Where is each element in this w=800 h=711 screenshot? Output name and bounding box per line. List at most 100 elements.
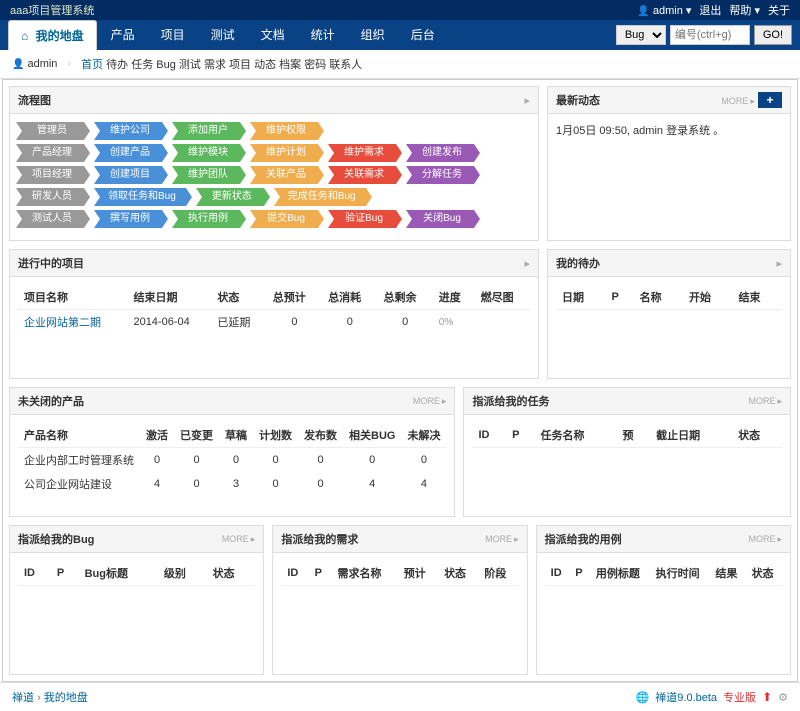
- col-header: ID: [281, 561, 308, 586]
- col-header: 激活: [140, 423, 174, 448]
- subnav-item-1[interactable]: 待办: [106, 59, 128, 71]
- product-name[interactable]: 公司企业网站建设: [18, 472, 140, 496]
- products-table: 产品名称激活已变更草稿计划数发布数相关BUG未解决企业内部工时管理系统00000…: [18, 423, 446, 496]
- more-link[interactable]: MORE: [721, 96, 755, 106]
- table-row: 企业内部工时管理系统0000000: [18, 448, 446, 473]
- subnav-item-8[interactable]: 档案: [279, 59, 301, 71]
- breadcrumb-user: admin: [12, 58, 57, 70]
- search-go-button[interactable]: GO!: [754, 25, 792, 45]
- col-header: ID: [545, 561, 570, 586]
- footer-back-link[interactable]: 我的地盘: [44, 692, 88, 704]
- subnav-item-6[interactable]: 项目: [229, 59, 251, 71]
- subnav-item-10[interactable]: 联系人: [329, 59, 362, 71]
- flow-step[interactable]: 维护需求: [328, 144, 396, 162]
- logout-link[interactable]: 退出: [699, 2, 721, 18]
- subnav-item-3[interactable]: Bug: [156, 59, 176, 71]
- col-header: 进度: [433, 285, 475, 310]
- nav-tab-7[interactable]: 后台: [399, 20, 447, 50]
- more-link[interactable]: MORE: [222, 534, 256, 545]
- flow-step[interactable]: 验证Bug: [328, 210, 396, 228]
- nav-tab-5[interactable]: 统计: [299, 20, 347, 50]
- panel-title: 未关闭的产品: [18, 393, 84, 409]
- flow-step[interactable]: 维护计划: [250, 144, 318, 162]
- collapse-icon[interactable]: ▸: [524, 257, 530, 270]
- col-header: 燃尽图: [475, 285, 530, 310]
- flow-step[interactable]: 撰写用例: [94, 210, 162, 228]
- flow-role: 管理员: [16, 122, 84, 140]
- more-link[interactable]: MORE: [413, 396, 447, 407]
- more-link[interactable]: MORE: [748, 534, 782, 545]
- nav-tab-4[interactable]: 文档: [249, 20, 297, 50]
- panel-title: 指派给我的用例: [545, 531, 622, 547]
- col-header: 总预计: [267, 285, 322, 310]
- col-header: 状态: [207, 561, 256, 586]
- flow-step[interactable]: 提交Bug: [250, 210, 318, 228]
- subnav-item-9[interactable]: 密码: [304, 59, 326, 71]
- collapse-icon[interactable]: ▸: [776, 257, 782, 270]
- subnav-item-2[interactable]: 任务: [131, 59, 153, 71]
- col-header: 草稿: [219, 423, 253, 448]
- globe-icon: 🌐: [636, 691, 650, 704]
- footer-zentao-link[interactable]: 禅道: [12, 692, 34, 704]
- flow-step[interactable]: 创建产品: [94, 144, 162, 162]
- about-link[interactable]: 关于: [768, 2, 790, 18]
- flow-step[interactable]: 关联产品: [250, 166, 318, 184]
- flow-step[interactable]: 分解任务: [406, 166, 474, 184]
- settings-icon[interactable]: ⚙: [778, 691, 788, 704]
- col-header: 结束: [733, 285, 783, 310]
- flow-step[interactable]: 关闭Bug: [406, 210, 474, 228]
- assigned-tasks-panel: 指派给我的任务MORE IDP任务名称预截止日期状态: [463, 387, 791, 517]
- help-link[interactable]: 帮助 ▾: [729, 2, 760, 18]
- flow-chart-panel: 流程图▸ 管理员维护公司添加用户维护权限产品经理创建产品维护模块维护计划维护需求…: [9, 86, 539, 241]
- assigned-stories-panel: 指派给我的需求MORE IDP需求名称预计状态阶段: [272, 525, 527, 675]
- col-header: 产品名称: [18, 423, 140, 448]
- flow-step[interactable]: 更新状态: [196, 188, 264, 206]
- add-button[interactable]: +: [758, 92, 782, 108]
- col-header: P: [506, 423, 534, 448]
- collapse-icon[interactable]: ▸: [524, 94, 530, 107]
- nav-tab-1[interactable]: 产品: [99, 20, 147, 50]
- dynamics-panel: 最新动态 MORE + 1月05日 09:50, admin 登录系统 。: [547, 86, 791, 241]
- col-header: 预计: [398, 561, 438, 586]
- col-header: 计划数: [253, 423, 298, 448]
- ongoing-table: 项目名称结束日期状态总预计总消耗总剩余进度燃尽图企业网站第二期2014-06-0…: [18, 285, 530, 334]
- pro-link[interactable]: 专业版: [723, 689, 756, 705]
- flow-step[interactable]: 执行用例: [172, 210, 240, 228]
- flow-step[interactable]: 维护权限: [250, 122, 318, 140]
- nav-tab-6[interactable]: 组织: [349, 20, 397, 50]
- flow-step[interactable]: 创建发布: [406, 144, 474, 162]
- flow-step[interactable]: 完成任务和Bug: [274, 188, 366, 206]
- subnav-item-4[interactable]: 测试: [179, 59, 201, 71]
- flow-step[interactable]: 创建项目: [94, 166, 162, 184]
- flow-role: 产品经理: [16, 144, 84, 162]
- subnav-item-0[interactable]: 首页: [81, 59, 103, 71]
- flow-step[interactable]: 维护模块: [172, 144, 240, 162]
- home-icon: ⌂: [21, 29, 28, 43]
- stories-table: IDP需求名称预计状态阶段: [281, 561, 518, 586]
- flow-step[interactable]: 领取任务和Bug: [94, 188, 186, 206]
- nav-tab-3[interactable]: 测试: [199, 20, 247, 50]
- panel-title: 最新动态: [556, 92, 600, 108]
- col-header: 开始: [683, 285, 732, 310]
- subnav-item-5[interactable]: 需求: [204, 59, 226, 71]
- flow-step[interactable]: 添加用户: [172, 122, 240, 140]
- search-input[interactable]: [670, 25, 750, 45]
- more-link[interactable]: MORE: [748, 396, 782, 407]
- nav-tab-0[interactable]: ⌂ 我的地盘: [8, 20, 97, 50]
- ongoing-projects-panel: 进行中的项目▸ 项目名称结束日期状态总预计总消耗总剩余进度燃尽图企业网站第二期2…: [9, 249, 539, 379]
- col-header: P: [309, 561, 332, 586]
- separator: ›: [67, 58, 71, 70]
- product-name[interactable]: 企业内部工时管理系统: [18, 448, 140, 473]
- assigned-bugs-panel: 指派给我的BugMORE IDPBug标题级别状态: [9, 525, 264, 675]
- subnav-item-7[interactable]: 动态: [254, 59, 276, 71]
- col-header: 预: [616, 423, 650, 448]
- project-link[interactable]: 企业网站第二期: [18, 310, 127, 335]
- flow-step[interactable]: 关联需求: [328, 166, 396, 184]
- flow-step[interactable]: 维护公司: [94, 122, 162, 140]
- user-menu[interactable]: admin ▾: [637, 4, 691, 17]
- search-type-select[interactable]: Bug: [616, 25, 666, 45]
- back-to-top-icon[interactable]: ⬆: [762, 690, 772, 704]
- more-link[interactable]: MORE: [485, 534, 519, 545]
- flow-step[interactable]: 维护团队: [172, 166, 240, 184]
- nav-tab-2[interactable]: 项目: [149, 20, 197, 50]
